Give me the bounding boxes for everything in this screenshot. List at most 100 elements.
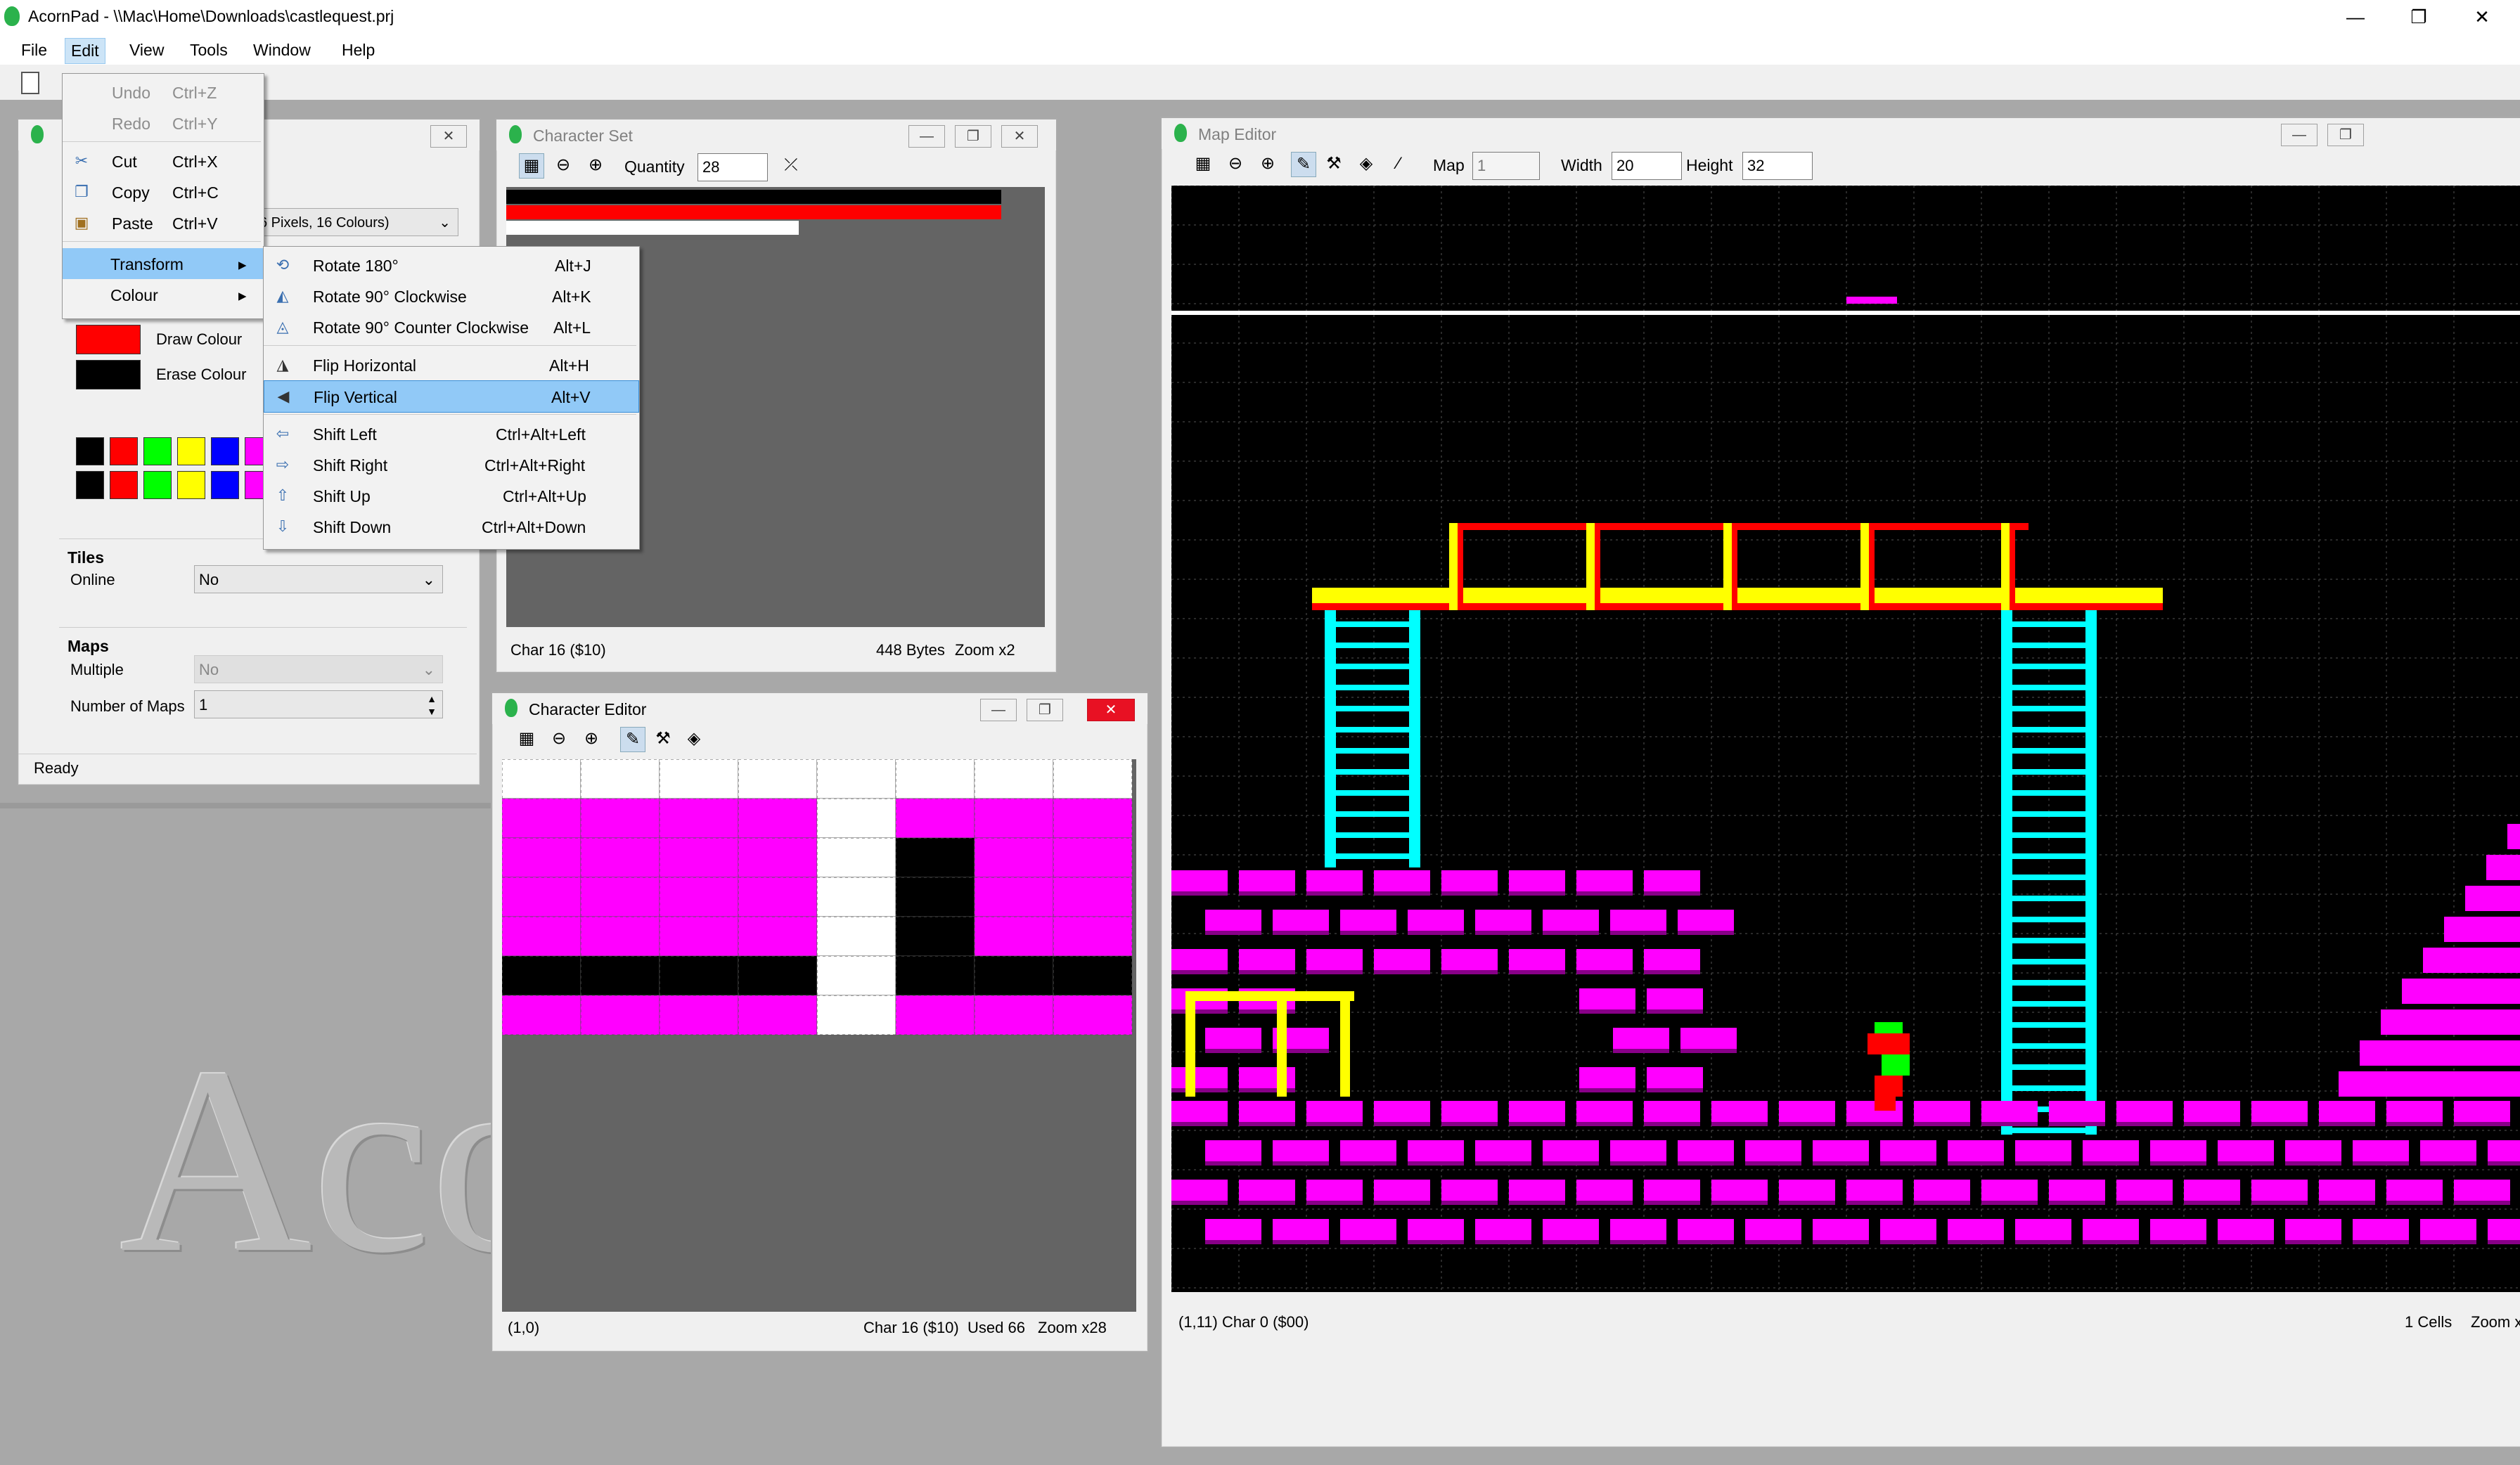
paint-roller-icon[interactable]: ⚒ xyxy=(1322,152,1346,176)
minimize-button[interactable]: — xyxy=(2334,3,2377,31)
charset-tile[interactable] xyxy=(698,221,709,235)
map-canvas[interactable] xyxy=(1171,186,2520,1292)
charset-tile[interactable] xyxy=(551,205,562,219)
charset-tile[interactable] xyxy=(529,190,540,204)
charset-tile[interactable] xyxy=(608,221,619,235)
charset-tile[interactable] xyxy=(968,190,979,204)
width-input[interactable] xyxy=(1612,152,1682,180)
charset-tile[interactable] xyxy=(641,205,652,219)
charset-tile[interactable] xyxy=(956,190,968,204)
character-editor-canvas[interactable] xyxy=(502,759,1136,1312)
charset-tile[interactable] xyxy=(742,205,754,219)
charset-tile[interactable] xyxy=(709,190,720,204)
menu-view[interactable]: View xyxy=(124,38,169,63)
charset-tile[interactable] xyxy=(911,190,922,204)
charset-tile[interactable] xyxy=(686,190,698,204)
charset-tile[interactable] xyxy=(720,205,731,219)
charset-tile[interactable] xyxy=(698,190,709,204)
charset-tile[interactable] xyxy=(585,190,596,204)
map-input[interactable] xyxy=(1472,152,1540,180)
charset-tile[interactable] xyxy=(585,221,596,235)
charset-tile[interactable] xyxy=(585,205,596,219)
menu-rotate-180[interactable]: ⟲ Rotate 180° Alt+J xyxy=(264,250,639,280)
charset-tile[interactable] xyxy=(686,221,698,235)
charset-tile[interactable] xyxy=(518,221,529,235)
charset-tile[interactable] xyxy=(619,190,630,204)
maximize-button[interactable]: ❐ xyxy=(2327,124,2364,146)
charset-tile[interactable] xyxy=(878,205,889,219)
charset-tile[interactable] xyxy=(664,221,675,235)
erase-colour-swatch[interactable] xyxy=(76,360,141,389)
menu-window[interactable]: Window xyxy=(248,38,316,63)
menu-tools[interactable]: Tools xyxy=(184,38,233,63)
charset-tile[interactable] xyxy=(979,190,990,204)
charset-tile[interactable] xyxy=(574,190,585,204)
charset-tile[interactable] xyxy=(731,190,742,204)
charset-tile[interactable] xyxy=(776,205,788,219)
menu-rotate-cw[interactable]: ◭ Rotate 90° Clockwise Alt+K xyxy=(264,280,639,311)
zoom-out-icon[interactable]: ⊖ xyxy=(551,153,575,177)
charset-tile[interactable] xyxy=(506,205,518,219)
palette-swatch[interactable] xyxy=(177,471,205,499)
stepper-arrows-icon[interactable]: ▲ ▼ xyxy=(427,692,437,718)
charset-tile[interactable] xyxy=(540,221,551,235)
compress-icon[interactable]: ⤫ xyxy=(779,153,803,177)
fill-bucket-icon[interactable]: ◈ xyxy=(1354,152,1378,176)
charset-tile[interactable] xyxy=(652,221,664,235)
charset-tile[interactable] xyxy=(596,205,608,219)
menu-copy[interactable]: ❐ Copy Ctrl+C xyxy=(63,176,264,207)
palette-swatch[interactable] xyxy=(211,437,239,465)
charset-tile[interactable] xyxy=(675,205,686,219)
charset-tile[interactable] xyxy=(506,221,518,235)
charset-tile[interactable] xyxy=(675,190,686,204)
charset-tile[interactable] xyxy=(934,190,945,204)
palette-swatch[interactable] xyxy=(110,437,138,465)
maximize-button[interactable]: ❐ xyxy=(1027,699,1063,721)
charset-tile[interactable] xyxy=(608,190,619,204)
charset-tile[interactable] xyxy=(619,205,630,219)
charset-tile[interactable] xyxy=(945,205,956,219)
minimize-button[interactable]: — xyxy=(980,699,1017,721)
charset-tile[interactable] xyxy=(630,205,641,219)
charset-tile[interactable] xyxy=(900,205,911,219)
character-set-strip[interactable] xyxy=(506,187,1005,252)
menu-shift-left[interactable]: ⇦ Shift Left Ctrl+Alt+Left xyxy=(264,418,639,449)
charset-tile[interactable] xyxy=(832,205,844,219)
close-button[interactable]: ✕ xyxy=(1001,125,1038,148)
charset-tile[interactable] xyxy=(754,221,765,235)
charset-tile[interactable] xyxy=(630,190,641,204)
charset-tile[interactable] xyxy=(866,190,878,204)
menu-colour[interactable]: Colour ▸ xyxy=(63,279,264,310)
charset-tile[interactable] xyxy=(911,205,922,219)
charset-tile[interactable] xyxy=(855,190,866,204)
pencil-icon[interactable]: ✎ xyxy=(1291,152,1316,177)
maximize-button[interactable]: ❐ xyxy=(2398,3,2440,31)
paint-roller-icon[interactable]: ⚒ xyxy=(651,727,675,751)
charset-tile[interactable] xyxy=(889,190,900,204)
charset-tile[interactable] xyxy=(641,221,652,235)
charset-tile[interactable] xyxy=(709,205,720,219)
menu-redo[interactable]: Redo Ctrl+Y xyxy=(63,108,264,138)
charset-tile[interactable] xyxy=(788,221,799,235)
menu-shift-up[interactable]: ⇧ Shift Up Ctrl+Alt+Up xyxy=(264,480,639,511)
charset-tile[interactable] xyxy=(844,205,855,219)
mode-select[interactable]: 6 Pixels, 16 Colours) ⌄ xyxy=(255,208,458,236)
palette-swatch[interactable] xyxy=(110,471,138,499)
menu-transform[interactable]: Transform ▸ xyxy=(63,248,264,279)
charset-tile[interactable] xyxy=(619,221,630,235)
charset-tile[interactable] xyxy=(742,190,754,204)
palette-swatch[interactable] xyxy=(143,471,172,499)
online-select[interactable]: No ⌄ xyxy=(194,565,443,593)
fill-bucket-icon[interactable]: ◈ xyxy=(682,727,706,751)
charset-tile[interactable] xyxy=(799,205,810,219)
charset-tile[interactable] xyxy=(765,205,776,219)
charset-tile[interactable] xyxy=(754,190,765,204)
charset-tile[interactable] xyxy=(664,190,675,204)
charset-tile[interactable] xyxy=(765,190,776,204)
charset-tile[interactable] xyxy=(754,205,765,219)
charset-tile[interactable] xyxy=(641,190,652,204)
charset-tile[interactable] xyxy=(922,190,934,204)
charset-tile[interactable] xyxy=(540,190,551,204)
minimize-button[interactable]: — xyxy=(2281,124,2318,146)
charset-tile[interactable] xyxy=(529,221,540,235)
